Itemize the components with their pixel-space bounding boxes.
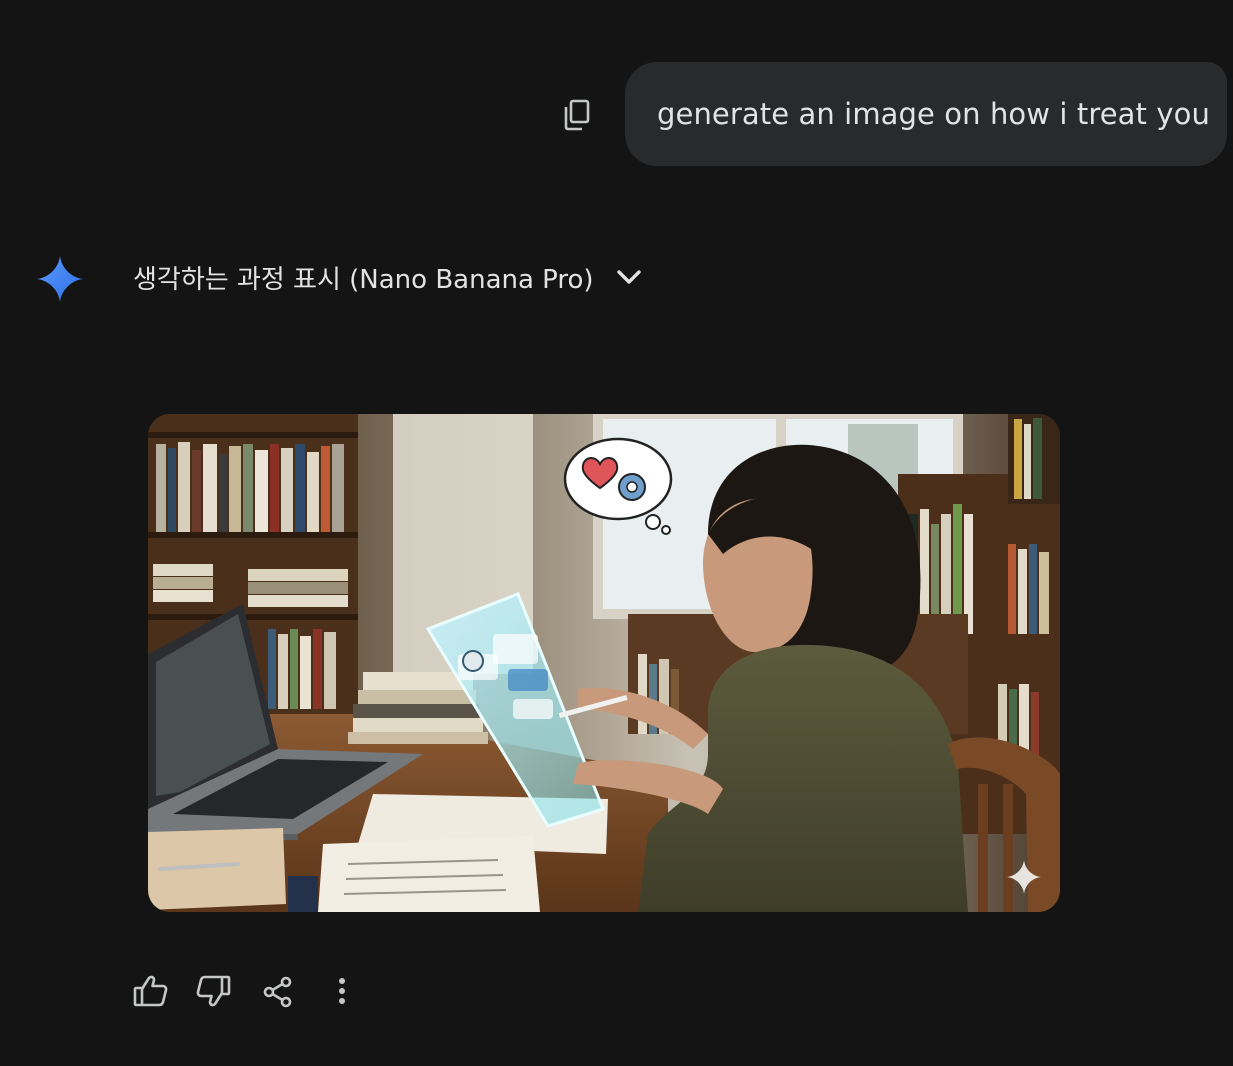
copy-icon [564, 99, 590, 131]
copy-prompt-button[interactable] [556, 94, 598, 136]
more-options-button[interactable] [320, 969, 364, 1013]
show-thinking-label: 생각하는 과정 표시 (Nano Banana Pro) [133, 264, 594, 295]
show-thinking-toggle[interactable]: 생각하는 과정 표시 (Nano Banana Pro) [133, 256, 642, 298]
chevron-down-icon [616, 270, 641, 284]
thumbs-up-icon [133, 975, 168, 1007]
share-button[interactable] [256, 969, 300, 1013]
more-vert-icon [339, 978, 345, 1004]
user-message-bubble: generate an image on how i treat you [625, 62, 1227, 166]
user-message-text: generate an image on how i treat you [657, 97, 1210, 131]
generated-image[interactable] [148, 414, 1060, 912]
response-actions [128, 968, 384, 1014]
sparkle-icon [37, 256, 83, 302]
like-button[interactable] [128, 969, 172, 1013]
thumbs-down-icon [196, 975, 231, 1007]
dislike-button[interactable] [192, 969, 236, 1013]
share-icon [263, 976, 292, 1008]
